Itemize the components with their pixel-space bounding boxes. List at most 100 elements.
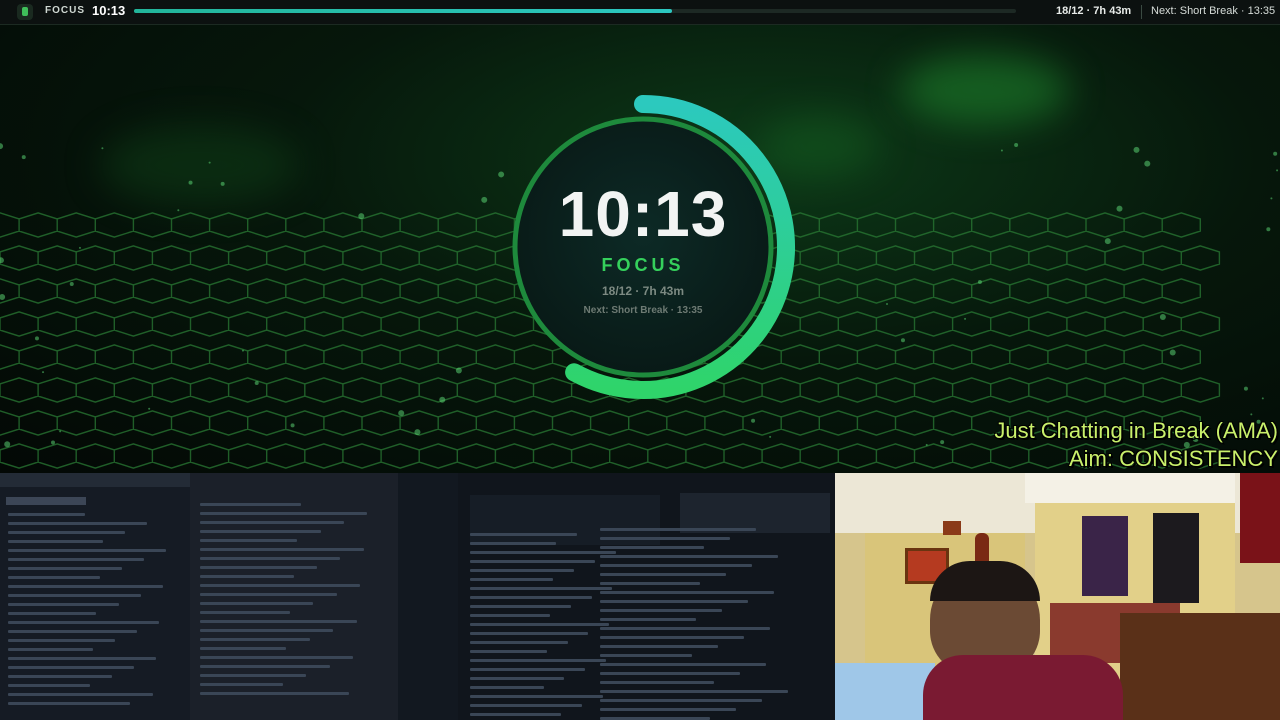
glow-particle: [358, 213, 365, 220]
text-line: [470, 596, 592, 599]
glow-particle: [1266, 227, 1271, 232]
text-line: [470, 560, 595, 563]
glow-particle: [1273, 151, 1278, 156]
glow-particle: [925, 443, 928, 446]
timer-next-session: Next: Short Break · 13:35: [583, 305, 703, 316]
text-line: [600, 636, 744, 639]
text-line: [470, 542, 557, 545]
text-line: [8, 558, 144, 561]
top-mode-label: FOCUS: [45, 5, 85, 16]
bed-sheet: [835, 663, 935, 720]
glow-particle: [1133, 146, 1140, 153]
text-line: [600, 555, 778, 558]
text-line: [8, 513, 85, 516]
glow-particle: [940, 440, 945, 445]
text-line: [600, 681, 714, 684]
glow-particle: [78, 246, 81, 249]
text-line: [470, 614, 550, 617]
glow-particle: [34, 336, 39, 341]
text-line: [600, 690, 788, 693]
glow-particle: [0, 143, 4, 150]
small-frame: [943, 521, 961, 535]
glow-particle: [1159, 313, 1166, 320]
text-line: [470, 578, 554, 581]
text-line: [470, 650, 547, 653]
text-line: [200, 548, 364, 551]
text-line: [200, 620, 357, 623]
text-line: [8, 621, 160, 624]
text-line: [600, 546, 704, 549]
text-line: [8, 648, 93, 651]
text-line: [8, 693, 153, 696]
glow-particle: [439, 396, 446, 403]
text-line: [470, 632, 589, 635]
glow-particle: [59, 430, 62, 433]
glow-particle: [148, 407, 151, 410]
stream-aim-text: Aim: CONSISTENCY: [1068, 446, 1278, 471]
text-line: [8, 594, 141, 597]
glow-particle: [188, 180, 193, 185]
text-line: [200, 512, 368, 515]
text-line: [200, 593, 337, 596]
text-line: [470, 686, 544, 689]
webcam-feed: [835, 473, 1280, 720]
text-line: [470, 713, 562, 716]
glow-particle: [4, 441, 11, 448]
glow-particle: [69, 281, 74, 286]
glow-particle: [1104, 238, 1111, 245]
text-line: [200, 647, 287, 650]
text-line: [8, 522, 148, 525]
session-progress-bar: [134, 9, 1016, 13]
text-line: [600, 591, 774, 594]
stream-topic-text: Just Chatting in Break (AMA): [994, 418, 1278, 443]
glow-particle: [455, 367, 462, 374]
chair: [1120, 613, 1280, 720]
text-line: [200, 521, 344, 524]
text-line: [470, 623, 610, 626]
file-tree-pane: [398, 473, 458, 720]
text-line: [470, 641, 568, 644]
timer-time: 10:13: [558, 178, 728, 250]
person-shirt: [923, 655, 1123, 720]
focus-timer: 10:13 FOCUS 18/12 · 7h 43m Next: Short B…: [490, 80, 810, 415]
text-line: [600, 654, 692, 657]
text-line: [470, 659, 606, 662]
window: [1153, 513, 1199, 603]
top-session-stats: 18/12 · 7h 43m: [1056, 5, 1132, 17]
text-line: [470, 587, 613, 590]
text-line: [600, 609, 722, 612]
top-divider: [1141, 5, 1142, 19]
text-line: [200, 638, 310, 641]
glow-particle: [254, 380, 259, 385]
text-line: [600, 573, 726, 576]
text-line: [470, 668, 586, 671]
glow-particle: [900, 338, 905, 343]
text-line: [200, 674, 307, 677]
text-line: [200, 665, 330, 668]
text-line: [470, 551, 616, 554]
text-line: [600, 537, 730, 540]
glow-particle: [1169, 349, 1176, 356]
glow-particle: [241, 349, 244, 352]
text-line: [200, 629, 334, 632]
glow-particle: [0, 257, 4, 264]
text-line: [600, 528, 756, 531]
timer-mode-label: FOCUS: [601, 255, 685, 275]
text-line: [470, 533, 578, 536]
timer-session-stats: 18/12 · 7h 43m: [601, 284, 685, 298]
glow-particle: [769, 435, 772, 438]
glow-particle: [886, 303, 889, 306]
text-line: [8, 549, 167, 552]
glow-particle: [21, 155, 26, 160]
glow-particle: [1250, 413, 1253, 416]
text-line: [200, 611, 290, 614]
glow-particle: [177, 209, 180, 212]
text-line: [600, 708, 736, 711]
top-next-session: Next: Short Break · 13:35: [1151, 5, 1276, 17]
text-line: [600, 645, 718, 648]
glow-particle: [398, 410, 405, 417]
text-line: [600, 564, 752, 567]
text-line: [8, 684, 90, 687]
glow-particle: [751, 418, 756, 423]
glow-particle: [1000, 149, 1003, 152]
